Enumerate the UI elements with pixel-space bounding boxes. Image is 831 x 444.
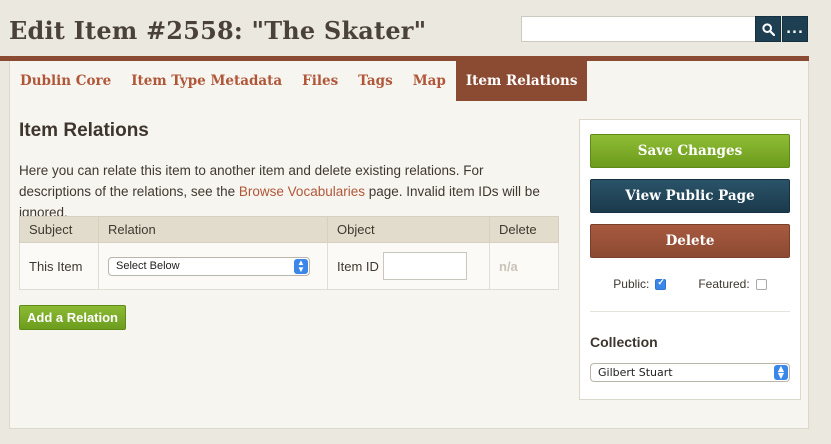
table-row: This Item Select Below ▲ ▼ Item ID n/a (19, 242, 559, 290)
column-header-relation: Relation (98, 216, 328, 243)
tab-item-relations[interactable]: Item Relations (455, 61, 588, 101)
select-arrows-icon: ▲ ▼ (774, 365, 788, 380)
delete-na-text: n/a (499, 258, 518, 274)
item-id-label: Item ID (337, 258, 379, 274)
sidebar-divider (590, 311, 790, 312)
page-title: Edit Item #2558: "The Skater" (9, 16, 427, 45)
featured-label: Featured: (698, 277, 750, 291)
search-input[interactable] (521, 16, 755, 42)
tab-files[interactable]: Files (292, 61, 348, 101)
tab-tags[interactable]: Tags (348, 61, 403, 101)
search-icon (761, 22, 775, 36)
column-header-delete: Delete (489, 216, 559, 243)
tab-bar: Dublin Core Item Type Metadata Files Tag… (10, 61, 588, 101)
save-panel: Save Changes View Public Page Delete Pub… (579, 119, 801, 400)
search-bar: ... (521, 16, 808, 42)
item-id-input[interactable] (382, 252, 467, 280)
relations-table: Subject Relation Object Delete This Item… (19, 216, 559, 290)
public-label: Public: (613, 277, 650, 291)
add-relation-button[interactable]: Add a Relation (19, 305, 126, 330)
delete-cell: n/a (489, 242, 559, 290)
advanced-search-button[interactable]: ... (782, 16, 808, 42)
table-header-row: Subject Relation Object Delete (19, 216, 559, 243)
featured-checkbox[interactable] (755, 278, 767, 290)
public-checkbox[interactable] (655, 277, 667, 290)
relation-select-value: Select Below (116, 259, 180, 272)
main-panel: Dublin Core Item Type Metadata Files Tag… (9, 61, 809, 429)
view-public-page-button[interactable]: View Public Page (590, 179, 790, 213)
collection-select[interactable]: Gilbert Stuart ▲ ▼ (590, 363, 790, 382)
object-cell: Item ID (327, 242, 490, 290)
browse-vocabularies-link[interactable]: Browse Vocabularies (239, 184, 365, 199)
tab-dublin-core[interactable]: Dublin Core (10, 61, 121, 101)
delete-button[interactable]: Delete (590, 224, 790, 258)
column-header-object: Object (327, 216, 490, 243)
collection-select-value: Gilbert Stuart (598, 366, 673, 379)
subject-cell: This Item (19, 242, 99, 290)
select-arrows-icon: ▲ ▼ (294, 258, 308, 274)
description-text: Here you can relate this item to another… (19, 160, 559, 223)
column-header-subject: Subject (19, 216, 99, 243)
tab-map[interactable]: Map (403, 61, 456, 101)
tab-item-type-metadata[interactable]: Item Type Metadata (121, 61, 292, 101)
visibility-flags: Public: Featured: (580, 277, 800, 291)
collection-label: Collection (590, 334, 658, 350)
search-button[interactable] (755, 16, 781, 42)
save-changes-button[interactable]: Save Changes (590, 134, 790, 168)
relation-select[interactable]: Select Below ▲ ▼ (108, 256, 310, 276)
relation-cell: Select Below ▲ ▼ (98, 242, 328, 290)
section-title: Item Relations (19, 120, 149, 141)
